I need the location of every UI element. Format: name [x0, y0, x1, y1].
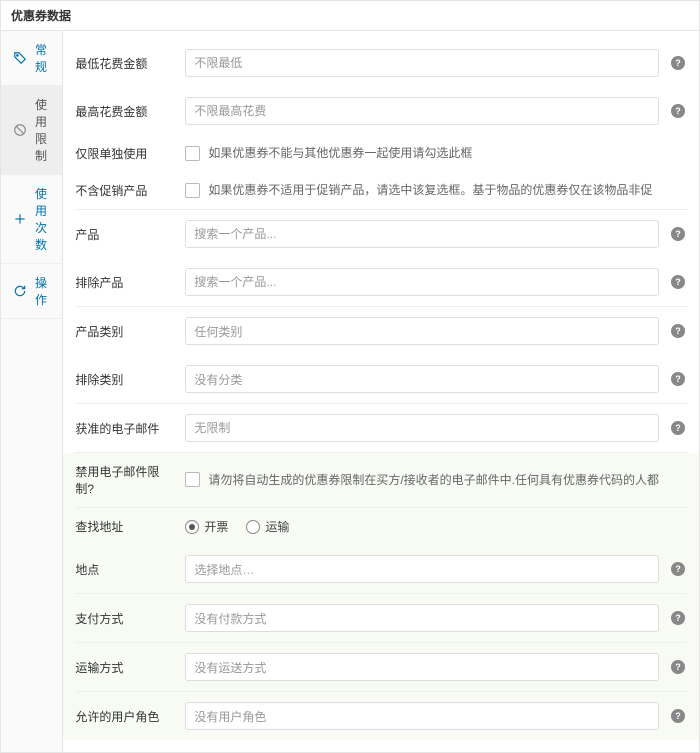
settings-sidebar: 常规 使用限制 使用次数 操作: [1, 31, 63, 752]
row-individual-use: 仅限单独使用 如果优惠券不能与其他优惠券一起使用请勾选此框: [75, 135, 687, 172]
help-icon[interactable]: ?: [671, 709, 685, 723]
exclude-sale-desc: 如果优惠券不适用于促销产品，请选中该复选框。基于物品的优惠券仅在该物品非促: [208, 182, 652, 199]
email-restrict-desc: 请勿将自动生成的优惠券限制在买方/接收者的电子邮件中.任何具有优惠券代码的人都: [208, 472, 659, 489]
individual-use-checkbox[interactable]: [185, 146, 200, 161]
sidebar-item-actions[interactable]: 操作: [1, 264, 62, 319]
help-icon[interactable]: ?: [671, 104, 685, 118]
help-icon[interactable]: ?: [671, 56, 685, 70]
row-exclude-sale: 不含促销产品 如果优惠券不适用于促销产品，请选中该复选框。基于物品的优惠券仅在该…: [75, 172, 687, 210]
sidebar-item-label: 使用限制: [35, 96, 50, 164]
label-user-roles: 允许的用户角色: [75, 708, 175, 725]
tag-icon: [13, 51, 27, 65]
user-roles-select[interactable]: 没有用户角色: [185, 702, 659, 730]
row-max-spend: 最高花费金额 ?: [75, 87, 687, 135]
products-input[interactable]: [185, 220, 659, 248]
label-email-restrict: 禁用电子邮件限制?: [75, 463, 175, 497]
row-categories: 产品类别 任何类别 ?: [75, 307, 687, 355]
sidebar-item-label: 使用次数: [35, 185, 50, 253]
row-payment: 支付方式 没有付款方式 ?: [75, 594, 687, 643]
help-icon[interactable]: ?: [671, 324, 685, 338]
row-allowed-emails: 获准的电子邮件 ?: [75, 404, 687, 453]
panel-body: 常规 使用限制 使用次数 操作: [1, 31, 699, 752]
sidebar-item-general[interactable]: 常规: [1, 31, 62, 86]
settings-form: 最低花费金额 ? 最高花费金额 ? 仅限单独使用 如果优惠券不能与其他优惠券一起…: [63, 31, 699, 752]
help-icon[interactable]: ?: [671, 421, 685, 435]
ban-icon: [13, 123, 27, 137]
help-icon[interactable]: ?: [671, 372, 685, 386]
sidebar-item-usage-limits[interactable]: 使用次数: [1, 175, 62, 264]
radio-icon: [246, 520, 260, 534]
row-exclude-categories: 排除类别 没有分类 ?: [75, 355, 687, 404]
min-spend-input[interactable]: [185, 49, 659, 77]
row-address-type: 查找地址 开票 运输: [75, 508, 687, 545]
help-icon[interactable]: ?: [671, 275, 685, 289]
exclude-categories-select[interactable]: 没有分类: [185, 365, 659, 393]
sidebar-item-label: 操作: [35, 274, 50, 308]
label-location: 地点: [75, 561, 175, 578]
radio-billing[interactable]: 开票: [185, 518, 228, 535]
payment-select[interactable]: 没有付款方式: [185, 604, 659, 632]
help-icon[interactable]: ?: [671, 611, 685, 625]
label-individual-use: 仅限单独使用: [75, 145, 175, 162]
label-exclude-products: 排除产品: [75, 274, 175, 291]
label-max-spend: 最高花费金额: [75, 103, 175, 120]
row-location: 地点 选择地点… ?: [75, 545, 687, 594]
radio-shipping[interactable]: 运输: [246, 518, 289, 535]
row-min-spend: 最低花费金额 ?: [75, 39, 687, 87]
max-spend-input[interactable]: [185, 97, 659, 125]
label-min-spend: 最低花费金额: [75, 55, 175, 72]
row-shipping: 运输方式 没有运送方式 ?: [75, 643, 687, 692]
help-icon[interactable]: ?: [671, 227, 685, 241]
label-payment: 支付方式: [75, 610, 175, 627]
shipping-select[interactable]: 没有运送方式: [185, 653, 659, 681]
coupon-data-panel: 优惠券数据 常规 使用限制 使用次数: [0, 0, 700, 753]
help-icon[interactable]: ?: [671, 562, 685, 576]
radio-icon: [185, 520, 199, 534]
panel-title: 优惠券数据: [1, 1, 699, 31]
sidebar-item-label: 常规: [35, 41, 50, 75]
categories-select[interactable]: 任何类别: [185, 317, 659, 345]
help-icon[interactable]: ?: [671, 660, 685, 674]
advanced-section: 禁用电子邮件限制? 请勿将自动生成的优惠券限制在买方/接收者的电子邮件中.任何具…: [63, 453, 699, 740]
row-email-restrict: 禁用电子邮件限制? 请勿将自动生成的优惠券限制在买方/接收者的电子邮件中.任何具…: [75, 453, 687, 508]
sidebar-item-usage-restriction[interactable]: 使用限制: [1, 86, 62, 175]
exclude-sale-checkbox[interactable]: [185, 183, 200, 198]
exclude-products-input[interactable]: [185, 268, 659, 296]
label-shipping: 运输方式: [75, 659, 175, 676]
row-exclude-products: 排除产品 ?: [75, 258, 687, 307]
label-products: 产品: [75, 226, 175, 243]
label-categories: 产品类别: [75, 323, 175, 340]
individual-use-desc: 如果优惠券不能与其他优惠券一起使用请勾选此框: [208, 145, 472, 162]
label-address-type: 查找地址: [75, 518, 175, 535]
refresh-icon: [13, 284, 27, 298]
allowed-emails-input[interactable]: [185, 414, 659, 442]
label-exclude-categories: 排除类别: [75, 371, 175, 388]
row-user-roles: 允许的用户角色 没有用户角色 ?: [75, 692, 687, 740]
label-exclude-sale: 不含促销产品: [75, 182, 175, 199]
location-select[interactable]: 选择地点…: [185, 555, 659, 583]
email-restrict-checkbox[interactable]: [185, 472, 200, 487]
plus-icon: [13, 212, 27, 226]
row-products: 产品 ?: [75, 210, 687, 258]
label-allowed-emails: 获准的电子邮件: [75, 420, 175, 437]
